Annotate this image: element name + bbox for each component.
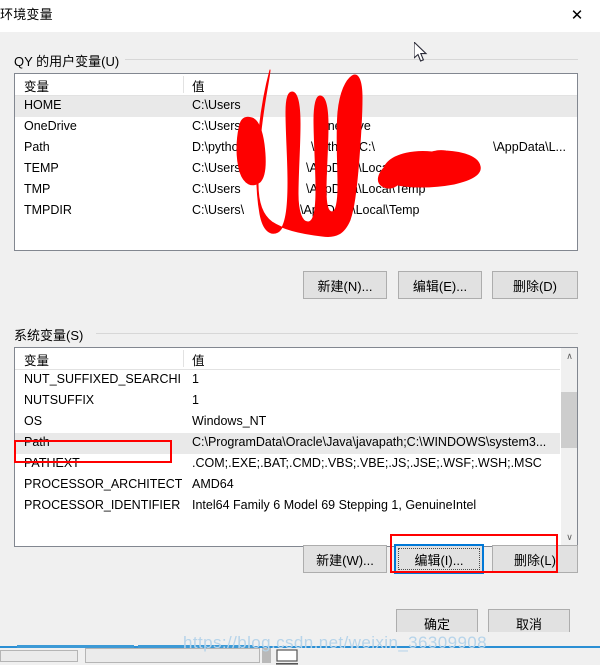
table-row[interactable]: TMPDIR C:\Users\ \AppData\Local\Temp [15,201,577,222]
title-bar: 环境变量 ✕ [0,0,600,32]
scroll-down-arrow-icon[interactable]: ∨ [561,529,577,546]
system-row-value: 1 [192,372,199,386]
system-variables-list-header: 变量 值 [15,348,577,370]
system-row-name: Path [24,435,50,449]
user-row-value-tail: \AppData\Local\Temp [306,161,426,175]
user-new-button[interactable]: 新建(N)... [303,271,387,299]
scrollbar-thumb[interactable] [561,392,577,448]
system-row-name: PROCESSOR_ARCHITECT [24,477,183,491]
scroll-up-arrow-icon[interactable]: ∧ [561,348,577,365]
table-row[interactable]: PROCESSOR_ARCHITECT AMD64 [15,475,577,496]
system-row-value: C:\ProgramData\Oracle\Java\javapath;C:\W… [192,435,547,449]
system-row-value: AMD64 [192,477,234,491]
close-icon: ✕ [570,5,584,24]
table-row[interactable]: Path C:\ProgramData\Oracle\Java\javapath… [15,433,577,454]
system-row-value: 1 [192,393,199,407]
user-row-value: D:\python [192,140,246,154]
user-row-name: Path [24,140,50,154]
system-row-name: OS [24,414,43,428]
system-variables-group-label: 系统变量(S) [14,325,90,344]
system-new-button[interactable]: 新建(W)... [303,545,387,573]
system-row-value: Intel64 Family 6 Model 69 Stepping 1, Ge… [192,498,477,512]
user-edit-button[interactable]: 编辑(E)... [398,271,482,299]
table-row[interactable]: TEMP C:\Users \AppData\Local\Temp [15,159,577,180]
system-row-name: NUTSUFFIX [24,393,95,407]
table-row[interactable]: HOME C:\Users [15,96,577,117]
user-row-value: C:\Users [192,119,241,133]
system-row-value: Windows_NT [192,414,267,428]
system-variables-group-rule [96,333,578,334]
user-variables-group-label: QY 的用户变量(U) [14,51,126,70]
user-variables-rows: HOME C:\Users OneDrive C:\Users OneDrive… [15,96,577,222]
window-title: 环境变量 [0,7,53,22]
system-edit-button[interactable]: 编辑(I)... [394,544,484,574]
table-row[interactable]: TMP C:\Users \AppData\Local\Temp [15,180,577,201]
user-row-value-tail: \AppData\Local\Temp [306,182,426,196]
user-row-value-tail: \AppData\L... [493,140,566,154]
user-variables-group-rule [120,59,578,60]
table-row[interactable]: PATHEXT .COM;.EXE;.BAT;.CMD;.VBS;.VBE;.J… [15,454,577,475]
user-row-value-tail: OneDrive [318,119,371,133]
system-column-divider[interactable] [183,350,184,367]
table-row[interactable]: NUTSUFFIX 1 [15,391,577,412]
system-row-name: NUT_SUFFIXED_SEARCHI [24,372,181,386]
dialog-body: QY 的用户变量(U) 变量 值 HOME C:\Users OneDrive … [0,32,600,637]
user-row-value: C:\Users\ [192,203,245,217]
system-row-value: .COM;.EXE;.BAT;.CMD;.VBS;.VBE;.JS;.JSE;.… [192,456,542,470]
system-variables-scrollbar[interactable]: ∧ ∨ [560,348,577,546]
user-row-value: C:\Users [192,98,241,112]
system-edit-button-label: 编辑(I)... [414,552,464,568]
user-variables-list-header: 变量 值 [15,74,577,96]
system-row-name: PATHEXT [24,456,80,470]
user-row-value: C:\Users [192,161,241,175]
user-column-header-variable[interactable]: 变量 [24,76,49,95]
system-row-name: PROCESSOR_IDENTIFIER [24,498,181,512]
table-row[interactable]: NUT_SUFFIXED_SEARCHI 1 [15,370,577,391]
system-delete-button[interactable]: 删除(L) [492,545,578,573]
system-variables-list[interactable]: 变量 值 NUT_SUFFIXED_SEARCHI 1 NUTSUFFIX 1 … [14,347,578,547]
user-column-header-value[interactable]: 值 [192,76,205,95]
user-row-name: TMPDIR [24,203,72,217]
close-button[interactable]: ✕ [554,0,600,30]
system-column-header-variable[interactable]: 变量 [24,350,49,369]
system-column-header-value[interactable]: 值 [192,350,205,369]
user-row-name: TEMP [24,161,59,175]
user-row-name: HOME [24,98,62,112]
table-row[interactable]: Path D:\python \python\;C:\ \AppData\L..… [15,138,577,159]
system-variables-rows: NUT_SUFFIXED_SEARCHI 1 NUTSUFFIX 1 OS Wi… [15,370,577,517]
environment-variables-dialog: 环境变量 ✕ QY 的用户变量(U) 变量 值 HOME C:\Users On… [0,0,600,665]
table-row[interactable]: PROCESSOR_IDENTIFIER Intel64 Family 6 Mo… [15,496,577,517]
user-row-value-mid: \python\;C:\ [311,140,375,154]
user-variables-list[interactable]: 变量 值 HOME C:\Users OneDrive C:\Users One… [14,73,578,251]
table-row[interactable]: OneDrive C:\Users OneDrive [15,117,577,138]
user-row-value: C:\Users [192,182,241,196]
watermark-text: https://blog.csdn.net/weixin_36309908 [183,633,488,652]
taskbar-item[interactable] [0,650,78,662]
user-row-name: OneDrive [24,119,77,133]
user-row-value-tail: \AppData\Local\Temp [300,203,420,217]
user-row-name: TMP [24,182,51,196]
table-row[interactable]: OS Windows_NT [15,412,577,433]
user-delete-button[interactable]: 删除(D) [492,271,578,299]
user-column-divider[interactable] [183,76,184,93]
